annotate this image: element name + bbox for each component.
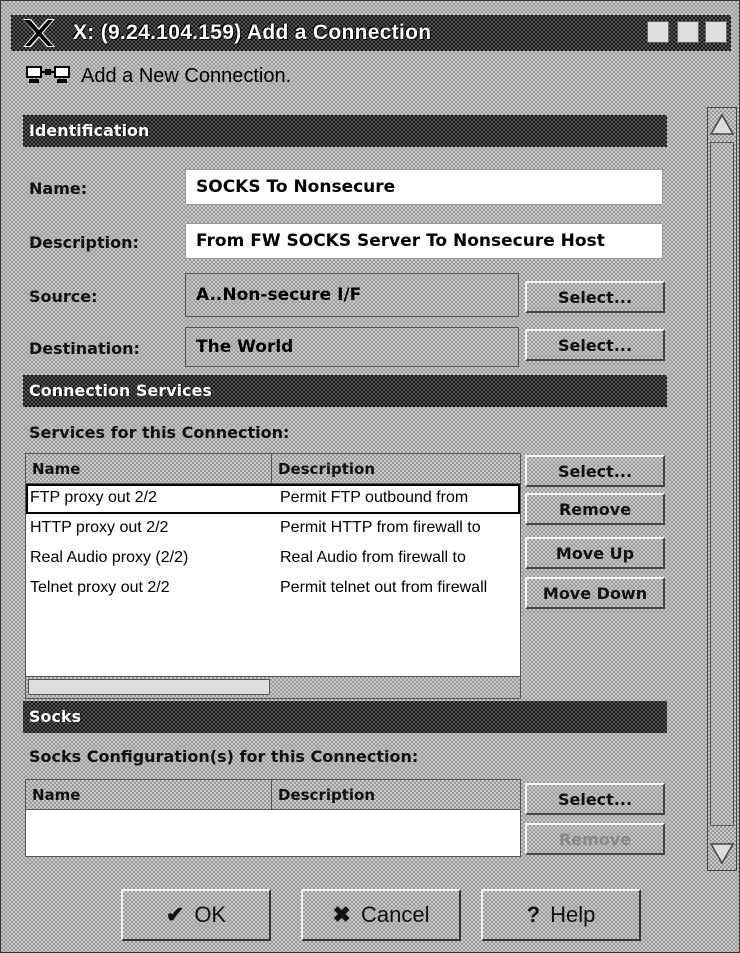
service-row[interactable]: FTP proxy out 2/2 Permit FTP outbound fr… bbox=[26, 484, 520, 514]
service-description: Permit telnet out from firewall bbox=[280, 579, 488, 596]
name-label: Name: bbox=[29, 179, 88, 198]
minimize-button[interactable] bbox=[647, 21, 669, 43]
socks-remove-button[interactable]: Remove bbox=[525, 823, 665, 855]
service-description: Permit HTTP from firewall to bbox=[280, 519, 481, 536]
socks-column-name[interactable]: Name bbox=[26, 780, 272, 810]
vertical-scrollbar-thumb[interactable] bbox=[710, 142, 734, 826]
scroll-up-arrow-icon[interactable] bbox=[708, 112, 736, 138]
service-select-button[interactable]: Select... bbox=[525, 455, 665, 487]
source-label: Source: bbox=[29, 287, 98, 306]
services-column-name[interactable]: Name bbox=[26, 454, 272, 484]
ok-button-label: OK bbox=[194, 902, 227, 927]
description-input[interactable]: From FW SOCKS Server To Nonsecure Host bbox=[185, 223, 663, 259]
source-select-button[interactable]: Select... bbox=[525, 281, 665, 313]
socks-list[interactable]: Name Description bbox=[25, 779, 521, 857]
help-button[interactable]: ? Help bbox=[481, 889, 641, 941]
destination-label: Destination: bbox=[29, 339, 140, 358]
ok-button[interactable]: ✔ OK bbox=[121, 889, 271, 941]
identification-section-header: Identification bbox=[23, 115, 667, 147]
name-input[interactable]: SOCKS To Nonsecure bbox=[185, 169, 663, 205]
cancel-button[interactable]: ✖ Cancel bbox=[301, 889, 461, 941]
socks-column-description[interactable]: Description bbox=[272, 780, 375, 810]
services-column-description[interactable]: Description bbox=[272, 454, 375, 484]
service-name: HTTP proxy out 2/2 bbox=[30, 519, 169, 536]
dialog-button-bar: ✔ OK ✖ Cancel ? Help bbox=[1, 873, 740, 953]
service-description: Real Audio from firewall to bbox=[280, 549, 466, 566]
add-connection-window: X: (9.24.104.159) Add a Connection Add a… bbox=[0, 0, 740, 953]
service-row[interactable]: Telnet proxy out 2/2 Permit telnet out f… bbox=[26, 574, 520, 604]
description-label: Description: bbox=[29, 233, 139, 252]
service-move-down-button[interactable]: Move Down bbox=[525, 577, 665, 609]
services-list-label: Services for this Connection: bbox=[29, 423, 290, 442]
maximize-button[interactable] bbox=[677, 21, 699, 43]
connection-services-section-header: Connection Services bbox=[23, 375, 667, 407]
socks-list-label: Socks Configuration(s) for this Connecti… bbox=[29, 747, 419, 766]
service-name: Real Audio proxy (2/2) bbox=[30, 549, 189, 566]
vertical-scrollbar[interactable] bbox=[707, 107, 737, 871]
source-field: A..Non-secure I/F bbox=[185, 273, 519, 317]
x-cancel-icon: ✖ bbox=[332, 902, 351, 927]
destination-select-button[interactable]: Select... bbox=[525, 329, 665, 361]
dialog-heading: Add a New Connection. bbox=[25, 61, 291, 91]
x-window-logo-icon[interactable] bbox=[21, 17, 57, 49]
question-mark-icon: ? bbox=[526, 902, 541, 927]
cancel-button-label: Cancel bbox=[360, 902, 430, 927]
service-description: Permit FTP outbound from bbox=[280, 489, 469, 506]
dialog-subtitle: Add a New Connection. bbox=[81, 64, 292, 87]
service-remove-button[interactable]: Remove bbox=[525, 493, 665, 525]
service-row[interactable]: HTTP proxy out 2/2 Permit HTTP from fire… bbox=[26, 514, 520, 544]
close-button[interactable] bbox=[705, 21, 727, 43]
service-move-up-button[interactable]: Move Up bbox=[525, 537, 665, 569]
socks-list-header: Name Description bbox=[26, 780, 520, 810]
service-name: Telnet proxy out 2/2 bbox=[30, 579, 170, 596]
network-connection-icon bbox=[26, 66, 70, 83]
scroll-down-arrow-icon[interactable] bbox=[708, 840, 736, 866]
checkmark-icon: ✔ bbox=[165, 902, 185, 927]
service-row[interactable]: Real Audio proxy (2/2) Real Audio from f… bbox=[26, 544, 520, 574]
services-list[interactable]: Name Description FTP proxy out 2/2 Permi… bbox=[25, 453, 521, 699]
services-horizontal-scrollbar[interactable] bbox=[26, 676, 520, 698]
help-button-label: Help bbox=[550, 902, 596, 927]
scrollbar-thumb[interactable] bbox=[28, 679, 270, 695]
title-bar[interactable]: X: (9.24.104.159) Add a Connection bbox=[11, 15, 731, 51]
services-list-header: Name Description bbox=[26, 454, 520, 484]
scrollable-form: Identification Name: SOCKS To Nonsecure … bbox=[23, 107, 669, 867]
destination-field: The World bbox=[185, 327, 519, 367]
service-name: FTP proxy out 2/2 bbox=[30, 489, 157, 506]
socks-select-button[interactable]: Select... bbox=[525, 783, 665, 815]
socks-section-header: Socks bbox=[23, 701, 667, 733]
window-title: X: (9.24.104.159) Add a Connection bbox=[73, 21, 432, 44]
